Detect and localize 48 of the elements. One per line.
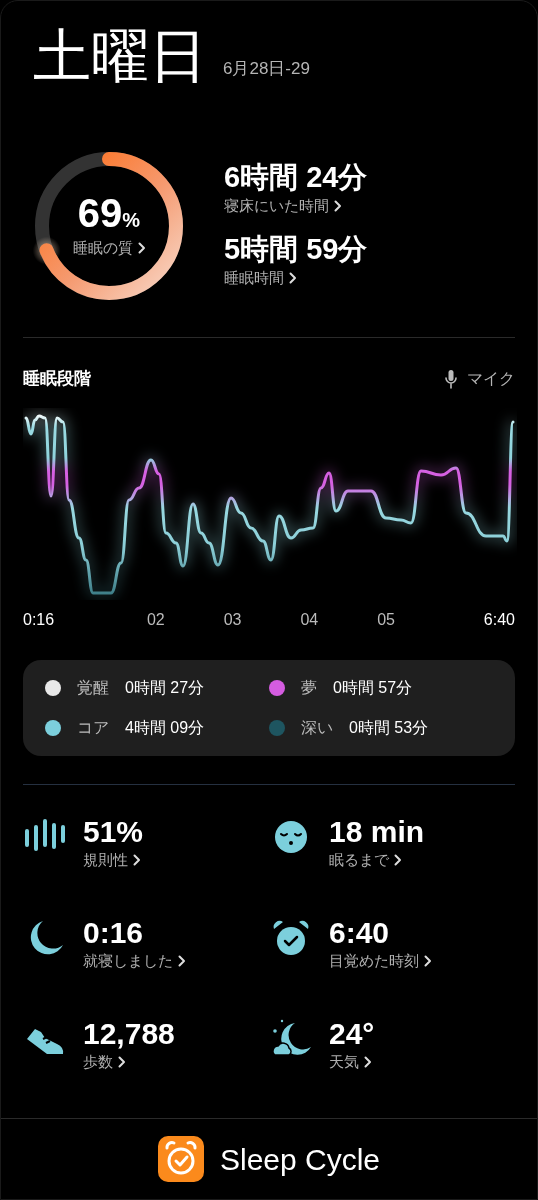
quality-score: 69%: [77, 192, 141, 233]
axis-label: 04: [300, 609, 319, 630]
stat-value: 24°: [329, 1016, 375, 1050]
app-name: Sleep Cycle: [219, 1141, 381, 1178]
stat-value: 0:16: [83, 915, 145, 949]
chevron-icon: [289, 272, 297, 285]
duration-link[interactable]: 寝床にいた時間: [224, 195, 342, 218]
stage-duration: 0時間 27分: [125, 677, 205, 698]
app-logo-icon: [157, 1136, 204, 1182]
microphone-link[interactable]: マイク: [445, 366, 515, 391]
stage-duration: 4時間 09分: [125, 717, 205, 738]
stage-name: 深い: [301, 717, 333, 738]
stat-link[interactable]: 眠るまで: [329, 848, 402, 871]
chevron-icon: [364, 1055, 372, 1068]
stage-name: コア: [77, 717, 109, 738]
day-title: 土曜日: [33, 27, 207, 85]
stat-link[interactable]: 歩数: [83, 1050, 126, 1073]
chevron-icon: [118, 1055, 126, 1068]
chevron-icon: [178, 954, 186, 967]
chevron-icon: [133, 853, 141, 866]
axis-label: 05: [377, 609, 395, 630]
stat-link[interactable]: 目覚めた時刻: [329, 949, 432, 972]
section-title: 睡眠段階: [23, 368, 91, 390]
chevron-icon: [424, 954, 432, 967]
axis-label: 6:40: [483, 609, 515, 630]
chevron-icon: [334, 200, 342, 213]
axis-label: 02: [146, 609, 165, 630]
stage-name: 覚醒: [77, 677, 109, 698]
stage-duration: 0時間 53分: [349, 717, 429, 738]
stage-duration: 0時間 57分: [333, 677, 413, 698]
duration-value: 5時間 59分: [224, 234, 368, 266]
duration-value: 6時間 24分: [224, 162, 368, 194]
date-range: 6月28日-29: [223, 57, 310, 80]
axis-label: 03: [223, 609, 242, 630]
stat-value: 18 min: [329, 814, 425, 848]
stat-link[interactable]: 天気: [329, 1050, 372, 1073]
stat-value: 12,788: [83, 1016, 175, 1050]
stat-value: 51%: [83, 814, 144, 848]
stat-value: 6:40: [329, 915, 391, 949]
quality-link[interactable]: 睡眠の質: [72, 236, 146, 260]
duration-link[interactable]: 睡眠時間: [224, 266, 297, 290]
axis-label: 0:16: [23, 609, 55, 630]
stage-name: 夢: [301, 677, 317, 698]
microphone-icon: [445, 368, 457, 389]
stat-link[interactable]: 就寝しました: [83, 949, 186, 972]
chevron-icon: [137, 242, 146, 254]
stat-link[interactable]: 規則性: [83, 848, 141, 871]
chevron-icon: [394, 853, 402, 866]
